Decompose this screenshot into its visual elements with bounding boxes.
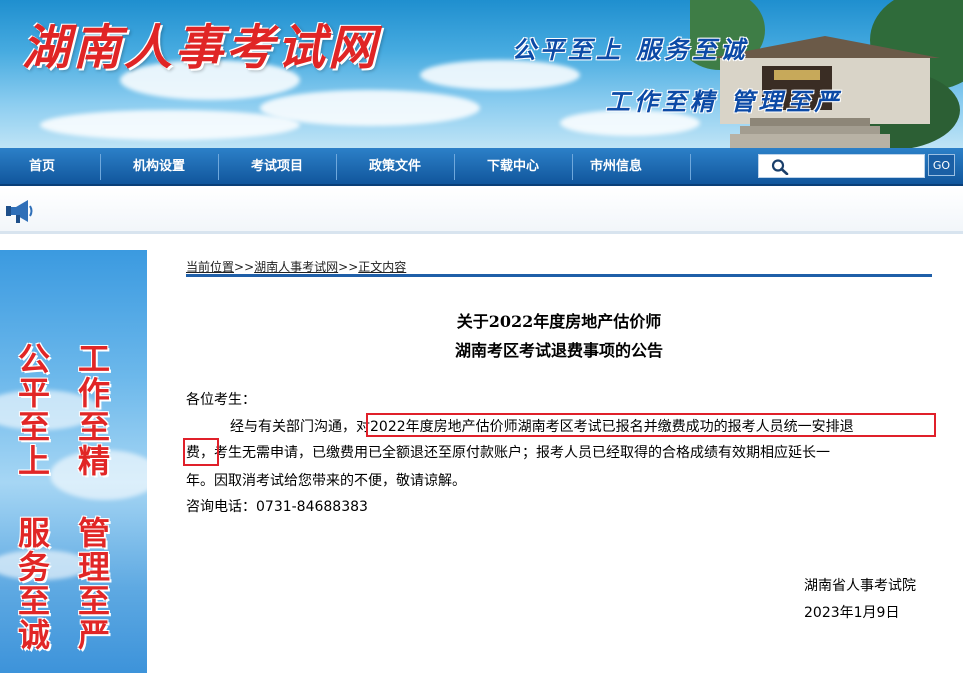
search-input[interactable] (795, 156, 921, 176)
article-greeting: 各位考生： (186, 392, 256, 408)
side-slogan-column-2: 工 作 至 精 管 理 至 严 (74, 342, 114, 652)
breadcrumb-separator: >> (234, 260, 255, 274)
slogan-char: 理 (77, 548, 110, 586)
slogan-char: 至 (17, 582, 50, 620)
highlight-box (366, 413, 936, 437)
side-slogan-panel: 公 平 至 上 服 务 至 诚 工 作 至 精 管 理 至 严 (0, 250, 147, 673)
banner-slogan-2: 工作至精 管理至严 (606, 87, 843, 116)
slogan-char: 至 (17, 408, 50, 446)
slogan-char: 服 (17, 514, 50, 552)
nav-item-city-info[interactable]: 市州信息 (573, 148, 659, 186)
article-title-line-1: 关于2022年度房地产估价师 (456, 312, 662, 331)
side-slogan-column-1: 公 平 至 上 服 务 至 诚 (14, 342, 54, 652)
search-icon (771, 159, 789, 175)
search-go-button[interactable]: GO (928, 154, 955, 176)
slogan-char: 公 (17, 340, 50, 378)
breadcrumb-site-link[interactable]: 湖南人事考试网 (254, 260, 338, 274)
nav-divider (690, 154, 691, 180)
slogan-char: 诚 (17, 616, 50, 654)
site-banner: 湖南人事考试网 公平至上 服务至诚 工作至精 管理至严 (0, 0, 963, 148)
nav-item-home[interactable]: 首页 (0, 148, 84, 186)
article-body-line-2: 费，考生无需申请，已缴费用已全额退还至原付款账户；报考人员已经取得的合格成绩有效… (186, 445, 830, 461)
article-hotline: 咨询电话：0731-84688383 (186, 499, 368, 515)
slogan-char: 精 (77, 442, 110, 480)
signature-organization: 湖南省人事考试院 (804, 578, 916, 594)
announcement-bar (0, 188, 963, 234)
search-box (758, 154, 925, 178)
breadcrumb-label: 当前位置 (186, 260, 235, 274)
megaphone-icon (6, 200, 33, 223)
content-divider (186, 274, 932, 277)
slogan-char: 管 (77, 514, 110, 552)
breadcrumb-separator: >> (338, 260, 359, 274)
nav-item-organization[interactable]: 机构设置 (101, 148, 217, 186)
slogan-char: 作 (77, 374, 110, 412)
slogan-gap (14, 478, 54, 516)
breadcrumb: 当前位置>>湖南人事考试网>>正文内容 (186, 258, 406, 275)
slogan-char: 严 (77, 616, 110, 654)
slogan-char: 上 (17, 442, 50, 480)
slogan-char: 平 (17, 374, 50, 412)
slogan-gap (74, 478, 114, 516)
nav-item-downloads[interactable]: 下载中心 (455, 148, 571, 186)
breadcrumb-current: 正文内容 (358, 260, 407, 274)
article-body-line-3: 年。因取消考试给您带来的不便，敬请谅解。 (186, 473, 466, 489)
cloud-decoration (40, 110, 300, 140)
signature-date: 2023年1月9日 (804, 605, 900, 621)
slogan-char: 至 (77, 582, 110, 620)
article-title-line-2: 湖南考区考试退费事项的公告 (454, 341, 663, 360)
slogan-char: 工 (77, 340, 110, 378)
nav-item-exams[interactable]: 考试项目 (219, 148, 335, 186)
slogan-char: 务 (17, 548, 50, 586)
slogan-char: 至 (77, 408, 110, 446)
nav-item-policies[interactable]: 政策文件 (337, 148, 453, 186)
highlight-box (183, 438, 219, 466)
banner-slogan-1: 公平至上 服务至诚 (512, 35, 749, 64)
site-title-logo: 湖南人事考试网 (22, 20, 380, 76)
building-scenery-image (690, 0, 963, 148)
